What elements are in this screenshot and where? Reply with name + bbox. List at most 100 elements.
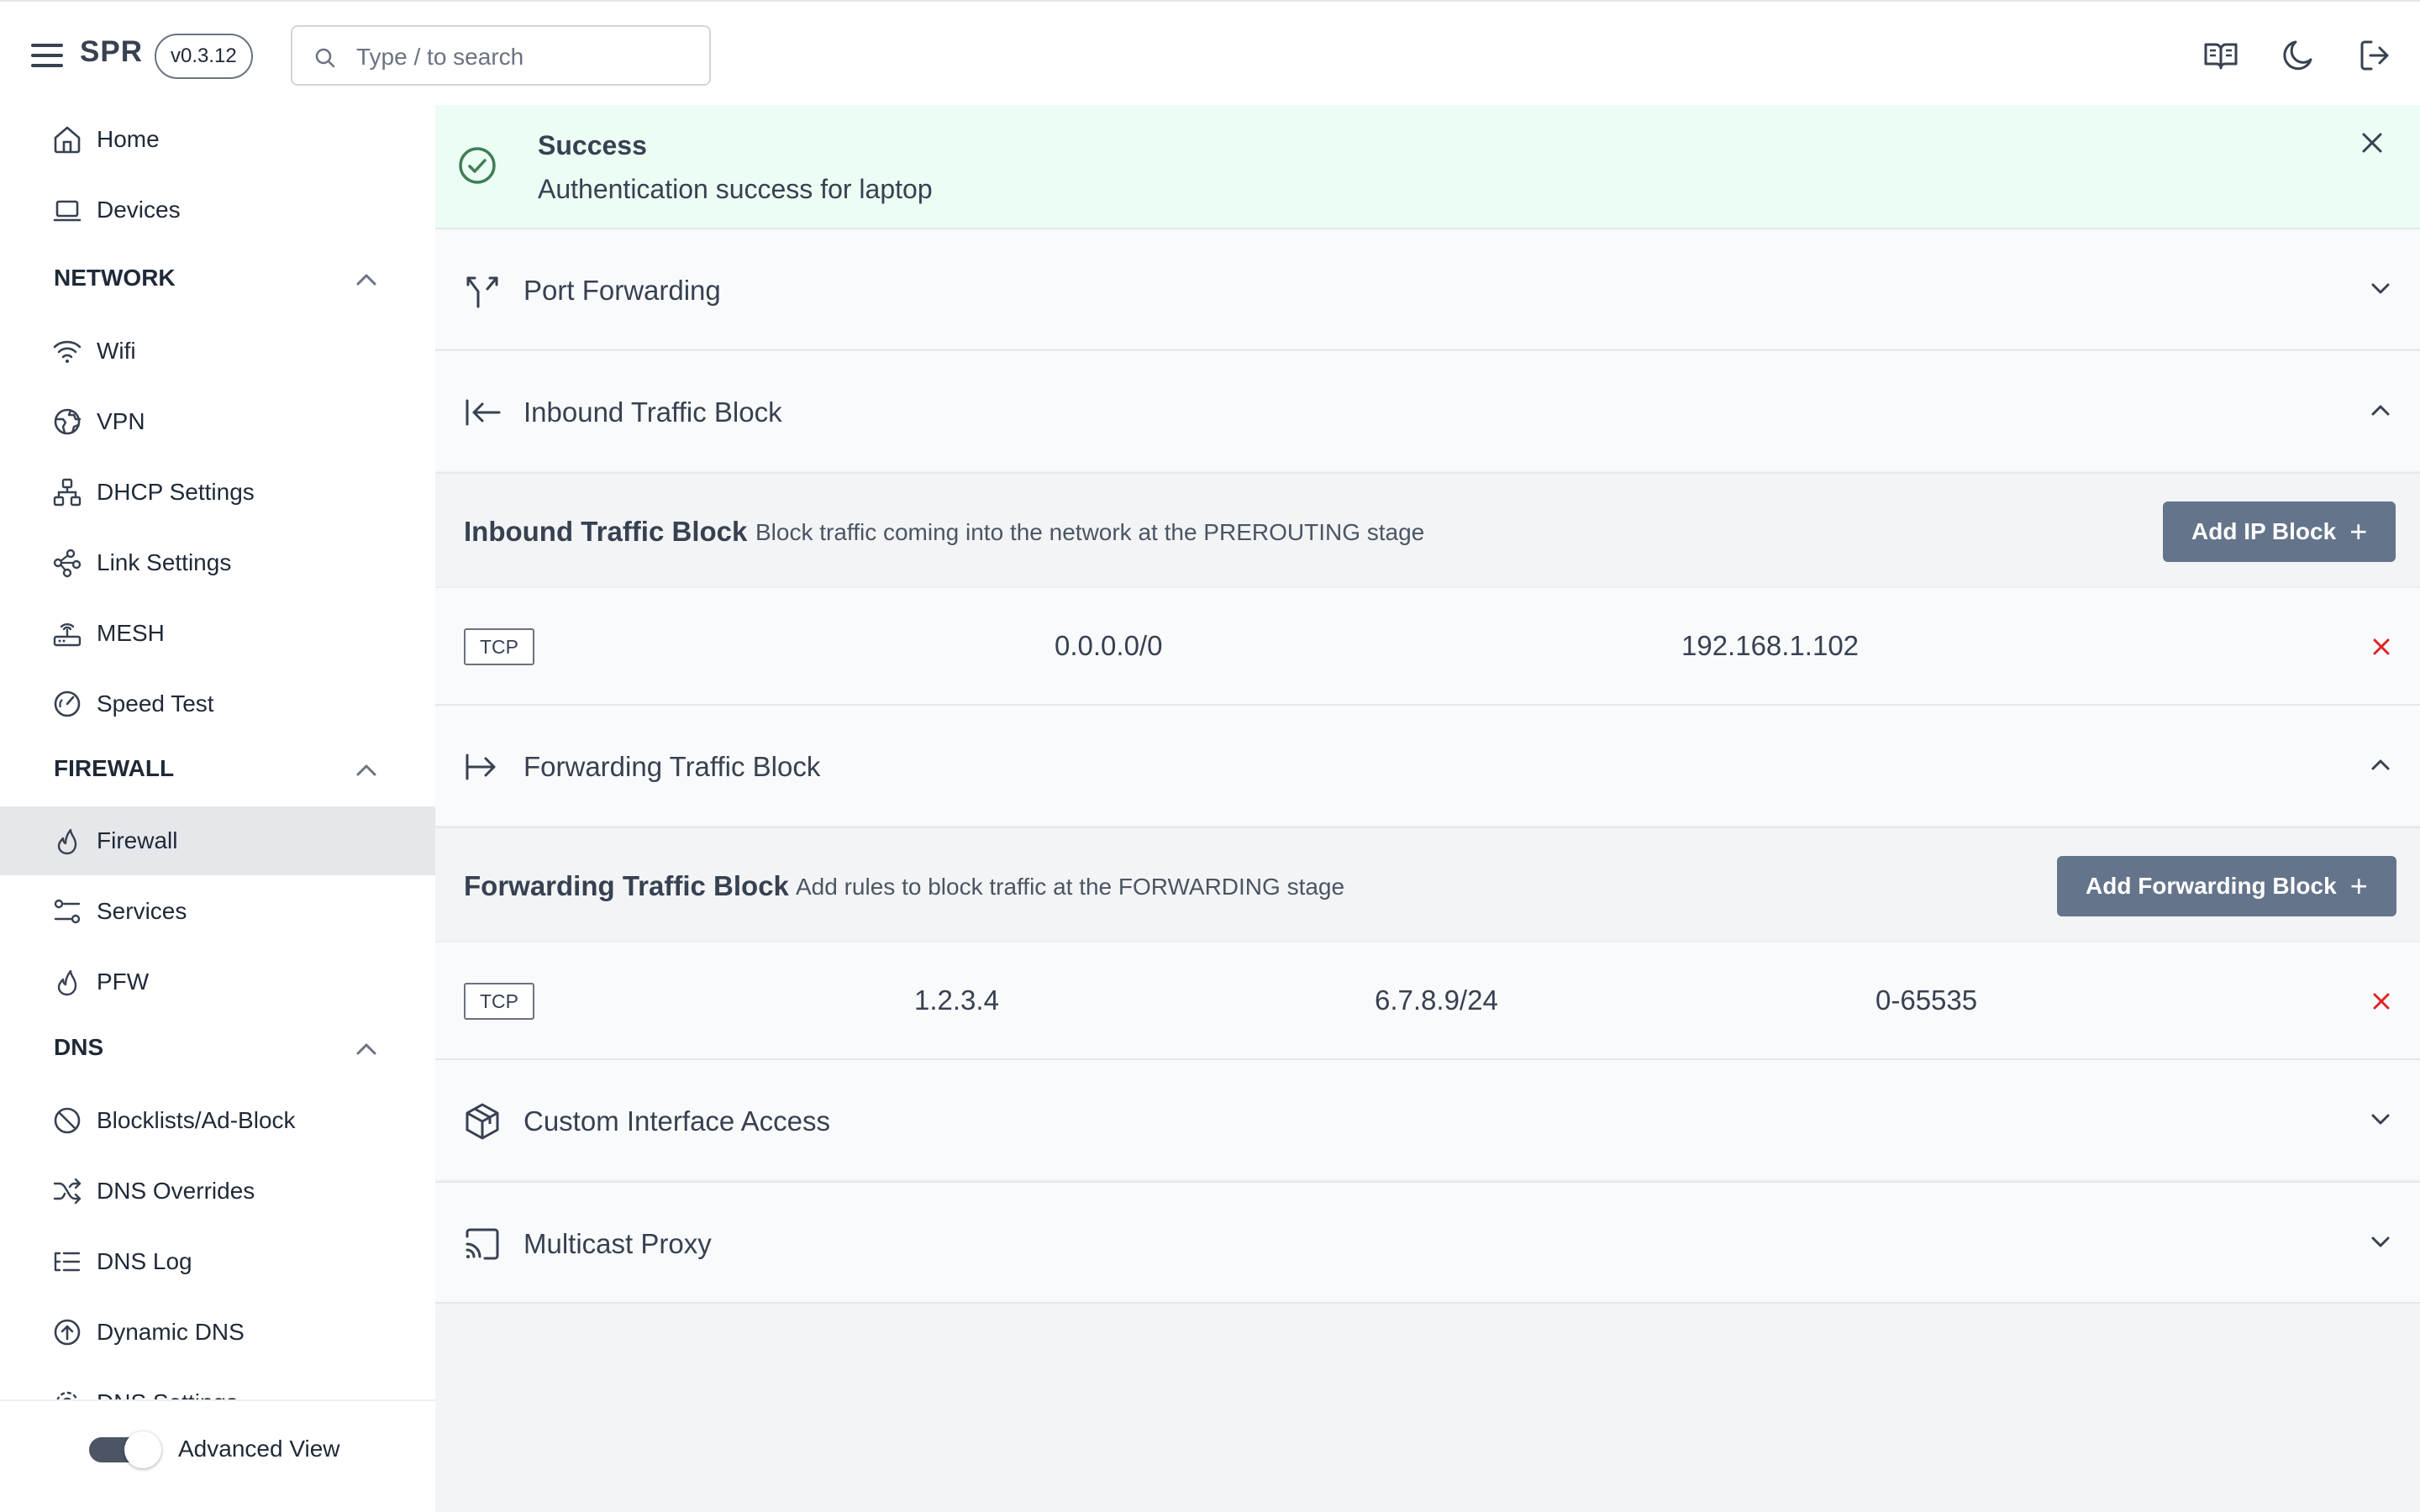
- sidebar-item-label: VPN: [97, 408, 145, 434]
- flame-icon: [52, 967, 82, 997]
- add-forwarding-block-button[interactable]: Add Forwarding Block +: [2057, 856, 2396, 916]
- sidebar: Home Devices NETWORK Wifi VPN DHCP Setti…: [0, 105, 435, 1512]
- sidebar-item-label: Wifi: [97, 338, 136, 364]
- sidebar-item-label: Blocklists/Ad-Block: [97, 1107, 296, 1133]
- toggle-knob[interactable]: [124, 1431, 161, 1468]
- chevron-up-icon[interactable]: [2368, 400, 2393, 422]
- plus-icon: +: [2349, 514, 2368, 549]
- fork-arrows-icon: [462, 270, 502, 311]
- accordion-port-forwarding[interactable]: Port Forwarding: [435, 228, 2420, 349]
- sidebar-item-dns-overrides[interactable]: DNS Overrides: [0, 1157, 435, 1226]
- section-title: FIREWALL: [54, 755, 175, 781]
- toast-message: Authentication success for laptop: [538, 174, 933, 204]
- services-icon: [52, 896, 82, 927]
- cube-icon: [462, 1101, 502, 1142]
- sidebar-item-label: DNS Log: [97, 1248, 192, 1274]
- sidebar-item-label: DNS Overrides: [97, 1178, 255, 1204]
- delete-icon[interactable]: [2370, 635, 2393, 659]
- advanced-view-label: Advanced View: [178, 1436, 340, 1462]
- sidebar-item-label: MESH: [97, 620, 165, 646]
- button-label: Add IP Block: [2191, 518, 2337, 544]
- flame-icon: [52, 826, 82, 856]
- accordion-label: Port Forwarding: [523, 275, 721, 306]
- logout-icon[interactable]: [2358, 38, 2393, 73]
- link-icon: [52, 548, 82, 578]
- home-icon: [52, 124, 82, 155]
- brand-logo[interactable]: SPR: [80, 35, 143, 69]
- sidebar-item-label: Link Settings: [97, 549, 232, 575]
- sidebar-item-home[interactable]: Home: [0, 105, 435, 174]
- delete-icon[interactable]: [2370, 990, 2393, 1013]
- source-address: 0.0.0.0/0: [1055, 630, 1163, 661]
- sidebar-item-dhcp[interactable]: DHCP Settings: [0, 458, 435, 527]
- accordion-label: Multicast Proxy: [523, 1228, 712, 1259]
- accordion-label: Inbound Traffic Block: [523, 396, 782, 428]
- globe-icon: [52, 407, 82, 437]
- sidebar-item-label: Dynamic DNS: [97, 1319, 245, 1345]
- sidebar-item-vpn[interactable]: VPN: [0, 387, 435, 456]
- chevron-down-icon[interactable]: [2368, 278, 2393, 300]
- section-title: DNS: [54, 1034, 104, 1060]
- sidebar-item-label: Firewall: [97, 827, 178, 853]
- accordion-multicast-proxy[interactable]: Multicast Proxy: [435, 1181, 2420, 1302]
- moon-icon[interactable]: [2281, 38, 2316, 73]
- chevron-up-icon[interactable]: [2368, 754, 2393, 776]
- chevron-up-icon[interactable]: [353, 1037, 380, 1061]
- accordion-label: Custom Interface Access: [523, 1105, 830, 1137]
- search-box[interactable]: [291, 25, 711, 86]
- sidebar-item-wifi[interactable]: Wifi: [0, 317, 435, 386]
- sidebar-item-devices[interactable]: Devices: [0, 176, 435, 244]
- table-row: TCP 0.0.0.0/0 192.168.1.102: [435, 586, 2420, 704]
- sidebar-item-dns-log[interactable]: DNS Log: [0, 1227, 435, 1296]
- sidebar-item-pfw[interactable]: PFW: [0, 948, 435, 1016]
- sidebar-item-label: DHCP Settings: [97, 479, 255, 505]
- laptop-icon: [52, 195, 82, 225]
- shuffle-icon: [52, 1176, 82, 1206]
- sidebar-item-label: Devices: [97, 197, 181, 223]
- menu-icon[interactable]: [30, 39, 64, 72]
- sidebar-item-speed-test[interactable]: Speed Test: [0, 669, 435, 738]
- button-label: Add Forwarding Block: [2086, 873, 2337, 899]
- accordion-custom-interface-access[interactable]: Custom Interface Access: [435, 1058, 2420, 1179]
- sidebar-item-label: PFW: [97, 969, 150, 995]
- sidebar-item-label: Home: [97, 126, 160, 152]
- chevron-up-icon[interactable]: [353, 759, 380, 782]
- arrow-left-bar-icon: [462, 392, 502, 433]
- top-header: SPR v0.3.12: [0, 0, 2420, 105]
- protocol-tag: TCP: [464, 628, 534, 665]
- check-circle-icon: [457, 145, 497, 186]
- sidebar-item-dynamic-dns[interactable]: Dynamic DNS: [0, 1298, 435, 1367]
- sidebar-item-firewall[interactable]: Firewall: [0, 806, 435, 875]
- accordion-inbound-traffic-block[interactable]: Inbound Traffic Block: [435, 349, 2420, 470]
- sidebar-item-label: Services: [97, 898, 187, 924]
- add-ip-block-button[interactable]: Add IP Block +: [2163, 501, 2396, 562]
- sidebar-item-blocklists[interactable]: Blocklists/Ad-Block: [0, 1086, 435, 1155]
- ban-icon: [52, 1105, 82, 1136]
- chevron-up-icon[interactable]: [353, 268, 380, 291]
- section-firewall[interactable]: FIREWALL: [0, 745, 435, 795]
- search-icon: [314, 47, 336, 69]
- router-icon: [52, 618, 82, 648]
- panel-description: Add rules to block traffic at the FORWAR…: [796, 874, 1345, 900]
- gauge-icon: [52, 689, 82, 719]
- advanced-view-toggle[interactable]: [89, 1431, 161, 1468]
- toast-title: Success: [538, 130, 647, 160]
- table-row: TCP 1.2.3.4 6.7.8.9/24 0-65535: [435, 941, 2420, 1058]
- close-icon[interactable]: [2360, 130, 2385, 155]
- panel-title: Inbound Traffic Block: [464, 516, 748, 547]
- book-icon[interactable]: [2203, 38, 2238, 73]
- sidebar-footer: Advanced View: [0, 1399, 435, 1512]
- sidebar-item-mesh[interactable]: MESH: [0, 599, 435, 668]
- protocol-tag: TCP: [464, 983, 534, 1020]
- sidebar-item-link-settings[interactable]: Link Settings: [0, 528, 435, 597]
- accordion-forwarding-traffic-block[interactable]: Forwarding Traffic Block: [435, 704, 2420, 825]
- chevron-down-icon[interactable]: [2368, 1231, 2393, 1253]
- network-icon: [52, 477, 82, 507]
- chevron-down-icon[interactable]: [2368, 1109, 2393, 1131]
- search-input[interactable]: [356, 42, 692, 72]
- cast-icon: [462, 1224, 502, 1264]
- section-network[interactable]: NETWORK: [0, 255, 435, 305]
- accordion-label: Forwarding Traffic Block: [523, 751, 821, 782]
- section-dns[interactable]: DNS: [0, 1024, 435, 1074]
- sidebar-item-services[interactable]: Services: [0, 877, 435, 946]
